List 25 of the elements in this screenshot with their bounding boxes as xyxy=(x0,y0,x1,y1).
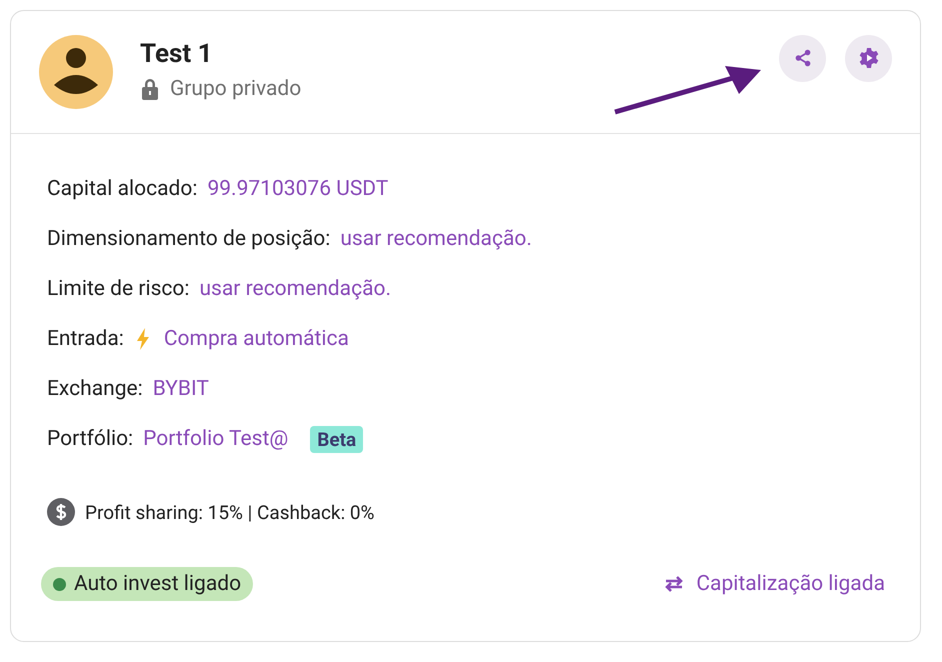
beta-tag: Beta xyxy=(310,426,364,452)
lightning-icon xyxy=(136,328,150,350)
field-value[interactable]: usar recomendação. xyxy=(340,227,532,251)
field-value[interactable]: usar recomendação. xyxy=(199,277,392,301)
avatar-icon xyxy=(39,35,113,109)
field-label: Entrada: xyxy=(47,327,124,351)
settings-button[interactable] xyxy=(845,34,892,82)
field-value[interactable]: Portfolio Test@ xyxy=(143,427,288,451)
dollar-icon xyxy=(47,498,75,526)
share-button[interactable] xyxy=(779,34,826,82)
gear-icon xyxy=(856,46,880,70)
field-value[interactable]: 99.97103076 USDT xyxy=(207,177,388,201)
fees-text: Profit sharing: 15% | Cashback: 0% xyxy=(85,500,374,524)
field-label: Capital alocado: xyxy=(47,177,198,201)
auto-invest-status: Auto invest ligado xyxy=(41,567,254,601)
capitalization-link[interactable]: Capitalização ligada xyxy=(662,572,885,596)
field-value[interactable]: Compra automática xyxy=(164,327,349,351)
field-label: Limite de risco: xyxy=(47,277,190,301)
field-label: Dimensionamento de posição: xyxy=(47,227,330,251)
field-label: Portfólio: xyxy=(47,427,134,451)
field-value[interactable]: BYBIT xyxy=(152,377,209,401)
group-title: Test 1 xyxy=(140,39,214,69)
lock-icon xyxy=(140,78,160,100)
field-label: Exchange: xyxy=(47,377,143,401)
privacy-label: Grupo privado xyxy=(170,77,302,101)
